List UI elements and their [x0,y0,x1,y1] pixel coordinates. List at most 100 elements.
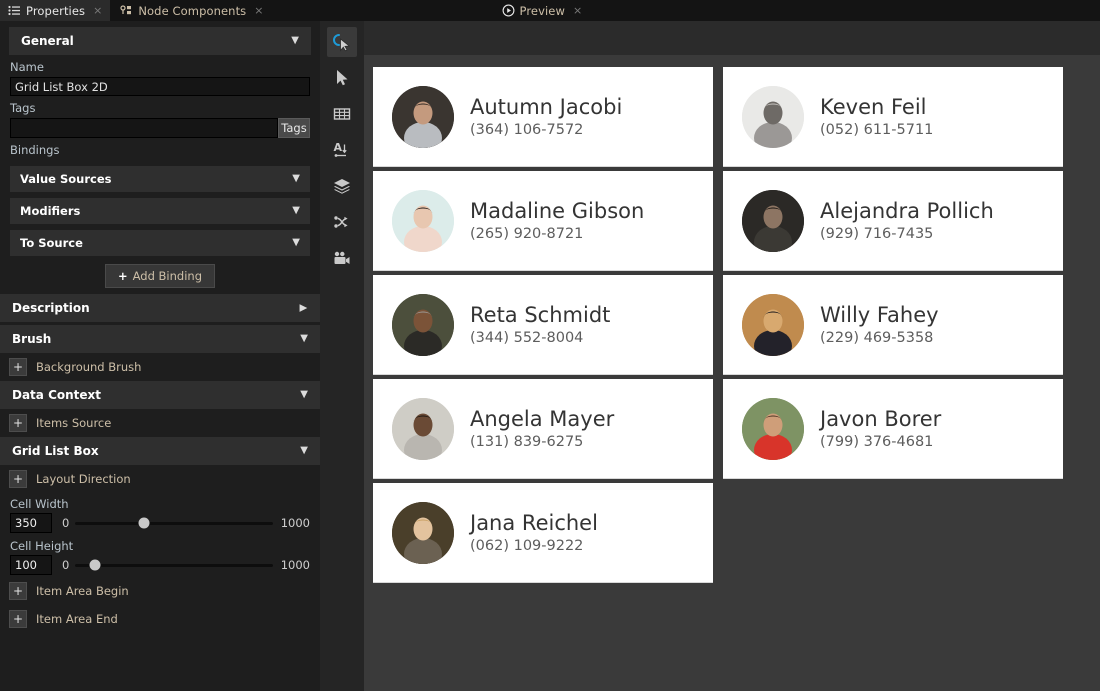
cell-width-knob[interactable] [139,518,150,529]
avatar [392,86,454,148]
close-icon[interactable]: × [254,4,263,17]
contact-phone: (229) 469-5358 [820,330,939,346]
row-item-area-begin[interactable]: + Item Area Begin [0,577,320,605]
chevron-down-icon[interactable]: ▼ [300,390,308,400]
select-pointer-icon[interactable] [327,27,357,57]
contact-card[interactable]: Madaline Gibson(265) 920-8721 [373,171,713,271]
contact-phone: (364) 106-7572 [470,122,622,138]
close-icon[interactable]: × [93,4,102,17]
section-brush[interactable]: Brush ▼ [0,325,320,353]
tags-button[interactable]: Tags [278,118,310,138]
contact-phone: (052) 611-5711 [820,122,933,138]
text-sort-icon[interactable]: A [327,135,357,165]
camera-icon[interactable] [327,243,357,273]
node-graph-icon[interactable] [327,207,357,237]
add-binding-button[interactable]: + Add Binding [105,264,215,288]
chevron-down-icon[interactable]: ▼ [292,206,300,216]
avatar [742,190,804,252]
tab-preview[interactable]: Preview × [494,0,591,21]
contact-phone: (265) 920-8721 [470,226,644,242]
subsection-title: Value Sources [20,172,111,186]
section-data-context[interactable]: Data Context ▼ [0,381,320,409]
section-description[interactable]: Description ▼ [0,294,320,322]
contact-name: Reta Schmidt [470,303,610,327]
row-label: Layout Direction [36,472,131,486]
contact-text: Autumn Jacobi (364) 106-7572 [470,95,622,137]
contact-name: Alejandra Pollich [820,199,994,223]
plus-icon[interactable]: + [9,414,27,432]
plus-icon[interactable]: + [9,610,27,628]
plus-icon: + [118,269,128,283]
contact-card[interactable]: Keven Feil (052) 611-5711 [723,67,1063,167]
contact-text: Keven Feil (052) 611-5711 [820,95,933,137]
node-icon [120,4,133,17]
tab-properties[interactable]: Properties × [0,0,110,21]
cell-height-input[interactable]: 100 [10,555,52,575]
close-icon[interactable]: × [573,4,582,17]
chevron-down-icon[interactable]: ▼ [300,446,308,456]
chevron-down-icon[interactable]: ▼ [292,238,300,248]
cell-width-track[interactable] [75,522,272,525]
bindings-label: Bindings [0,138,320,160]
section-grid-list-box[interactable]: Grid List Box ▼ [0,437,320,465]
contact-card[interactable]: Reta Schmidt(344) 552-8004 [373,275,713,375]
contact-name: Jana Reichel [470,511,598,535]
contact-card[interactable]: Willy Fahey(229) 469-5358 [723,275,1063,375]
tab-node-components[interactable]: Node Components × [112,0,271,21]
cell-height-label: Cell Height [0,535,320,555]
tab-label: Properties [26,4,85,18]
svg-text:A: A [334,141,343,154]
row-layout-direction[interactable]: + Layout Direction [0,465,320,493]
cell-width-max: 1000 [273,516,310,530]
avatar [742,294,804,356]
contact-phone: (799) 376-4681 [820,434,941,450]
layers-icon[interactable] [327,171,357,201]
plus-icon[interactable]: + [9,470,27,488]
row-item-area-end[interactable]: + Item Area End [0,605,320,633]
contact-card[interactable]: Alejandra Pollich(929) 716-7435 [723,171,1063,271]
binding-to-source[interactable]: To Source ▼ [10,230,310,256]
row-items-source[interactable]: + Items Source [0,409,320,437]
contact-name: Autumn Jacobi [470,95,622,119]
avatar [392,190,454,252]
preview-canvas: Autumn Jacobi (364) 106-7572 Keven Feil (05… [364,55,1100,691]
contact-card[interactable]: Javon Borer (799) 376-4681 [723,379,1063,479]
avatar [742,86,804,148]
contact-card[interactable]: Autumn Jacobi (364) 106-7572 [373,67,713,167]
contact-card[interactable]: Angela Mayer(131) 839-6275 [373,379,713,479]
tags-input[interactable] [10,118,278,138]
chevron-down-icon[interactable]: ▼ [291,36,299,46]
plus-icon[interactable]: + [9,358,27,376]
preview-topbar [320,21,1100,55]
cell-width-input[interactable]: 350 [10,513,52,533]
binding-modifiers[interactable]: Modifiers ▼ [10,198,310,224]
cell-height-track[interactable] [75,564,272,567]
contact-text: Reta Schmidt(344) 552-8004 [470,303,610,345]
row-label: Background Brush [36,360,141,374]
chevron-right-icon[interactable]: ▼ [299,304,309,312]
avatar [392,398,454,460]
contact-name: Javon Borer [820,407,941,431]
preview-panel: A [320,21,1100,691]
contact-text: Angela Mayer(131) 839-6275 [470,407,614,449]
avatar [742,398,804,460]
section-general[interactable]: General ▼ [9,27,311,55]
contact-card[interactable]: Jana Reichel(062) 109-9222 [373,483,713,583]
grid-list-box: Autumn Jacobi (364) 106-7572 Keven Feil (05… [364,55,1100,587]
binding-value-sources[interactable]: Value Sources ▼ [10,166,310,192]
subsection-title: Modifiers [20,204,80,218]
contact-phone: (131) 839-6275 [470,434,614,450]
chevron-down-icon[interactable]: ▼ [292,174,300,184]
chevron-down-icon[interactable]: ▼ [300,334,308,344]
row-label: Item Area Begin [36,584,129,598]
add-binding-label: Add Binding [133,269,202,283]
table-grid-icon[interactable] [327,99,357,129]
row-label: Item Area End [36,612,118,626]
arrow-cursor-icon[interactable] [327,63,357,93]
name-input[interactable]: Grid List Box 2D [10,77,310,96]
cell-height-knob[interactable] [90,560,101,571]
row-background-brush[interactable]: + Background Brush [0,353,320,381]
contact-name: Keven Feil [820,95,933,119]
plus-icon[interactable]: + [9,582,27,600]
contact-text: Javon Borer (799) 376-4681 [820,407,941,449]
